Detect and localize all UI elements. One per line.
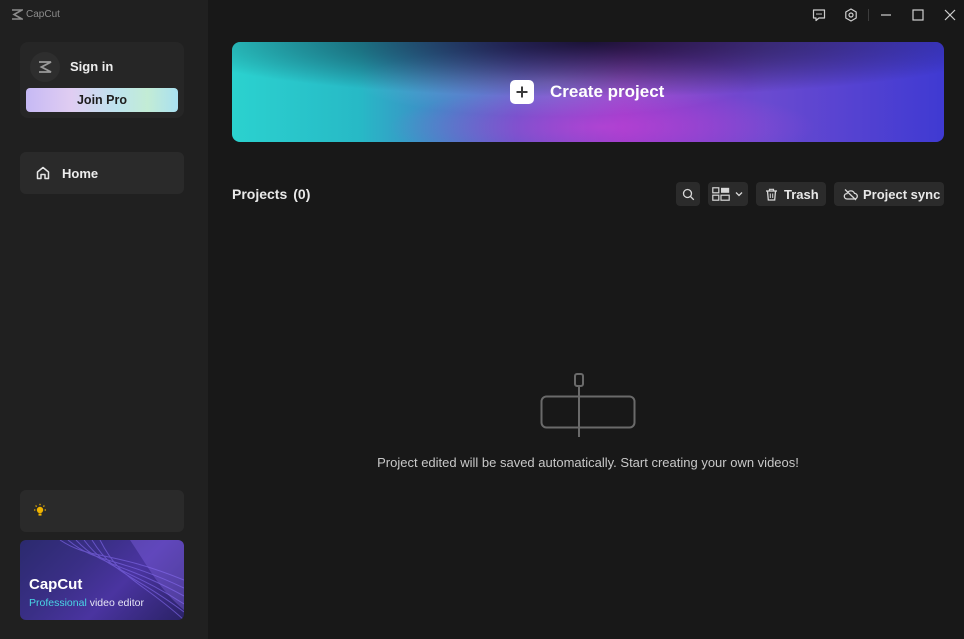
- cloud-sync-off-icon: [843, 188, 858, 200]
- project-sync-button[interactable]: Project sync: [834, 182, 944, 206]
- grid-view-icon: [712, 187, 730, 201]
- trash-button[interactable]: Trash: [756, 182, 826, 206]
- sidebar-item-label: Home: [62, 165, 99, 181]
- minimize-icon[interactable]: [877, 6, 895, 24]
- create-project-button[interactable]: Create project: [232, 42, 944, 142]
- empty-projects-icon: [540, 373, 636, 437]
- promo-subtitle-rest: video editor: [86, 597, 144, 609]
- lightbulb-icon: [32, 503, 48, 519]
- create-project-content: Create project: [510, 80, 664, 104]
- feedback-icon[interactable]: [810, 6, 828, 24]
- close-icon[interactable]: [941, 6, 959, 24]
- promo-card[interactable]: CapCut Professional video editor: [20, 540, 184, 620]
- chevron-down-icon: [735, 192, 743, 197]
- title-bar: [808, 6, 964, 24]
- promo-title: CapCut: [29, 576, 83, 593]
- join-pro-button[interactable]: Join Pro: [26, 88, 178, 112]
- app-name: CapCut: [26, 8, 60, 20]
- projects-heading: Projects (0): [232, 186, 310, 202]
- empty-state-message: Project edited will be saved automatical…: [377, 455, 799, 470]
- project-sync-label: Project sync: [863, 186, 941, 202]
- title-bar-divider: [868, 9, 869, 21]
- promo-subtitle-accent: Professional: [29, 597, 87, 609]
- projects-count: (0): [293, 186, 311, 202]
- plus-icon: [510, 80, 534, 104]
- search-icon: [682, 188, 694, 200]
- promo-subtitle: Professional video editor: [29, 597, 144, 609]
- search-button[interactable]: [676, 182, 700, 206]
- settings-icon[interactable]: [842, 6, 860, 24]
- trash-label: Trash: [784, 186, 819, 202]
- trash-icon: [766, 188, 777, 201]
- theme-toggle[interactable]: [20, 490, 184, 532]
- create-project-label: Create project: [550, 82, 665, 101]
- projects-label: Projects: [232, 186, 288, 202]
- sidebar-item-home[interactable]: Home: [20, 152, 184, 194]
- maximize-icon[interactable]: [909, 6, 927, 24]
- sign-in-card: Sign in Join Pro: [20, 42, 184, 118]
- sidebar: CapCut Sign in Join Pro Home CapCut Prof…: [0, 0, 208, 639]
- capcut-avatar-icon: [39, 61, 52, 73]
- sign-in-link[interactable]: Sign in: [70, 59, 113, 74]
- view-mode-dropdown[interactable]: [708, 182, 748, 206]
- home-icon: [35, 165, 51, 181]
- avatar[interactable]: [30, 52, 60, 82]
- app-brand: CapCut: [11, 7, 60, 21]
- capcut-logo-icon: [12, 8, 23, 20]
